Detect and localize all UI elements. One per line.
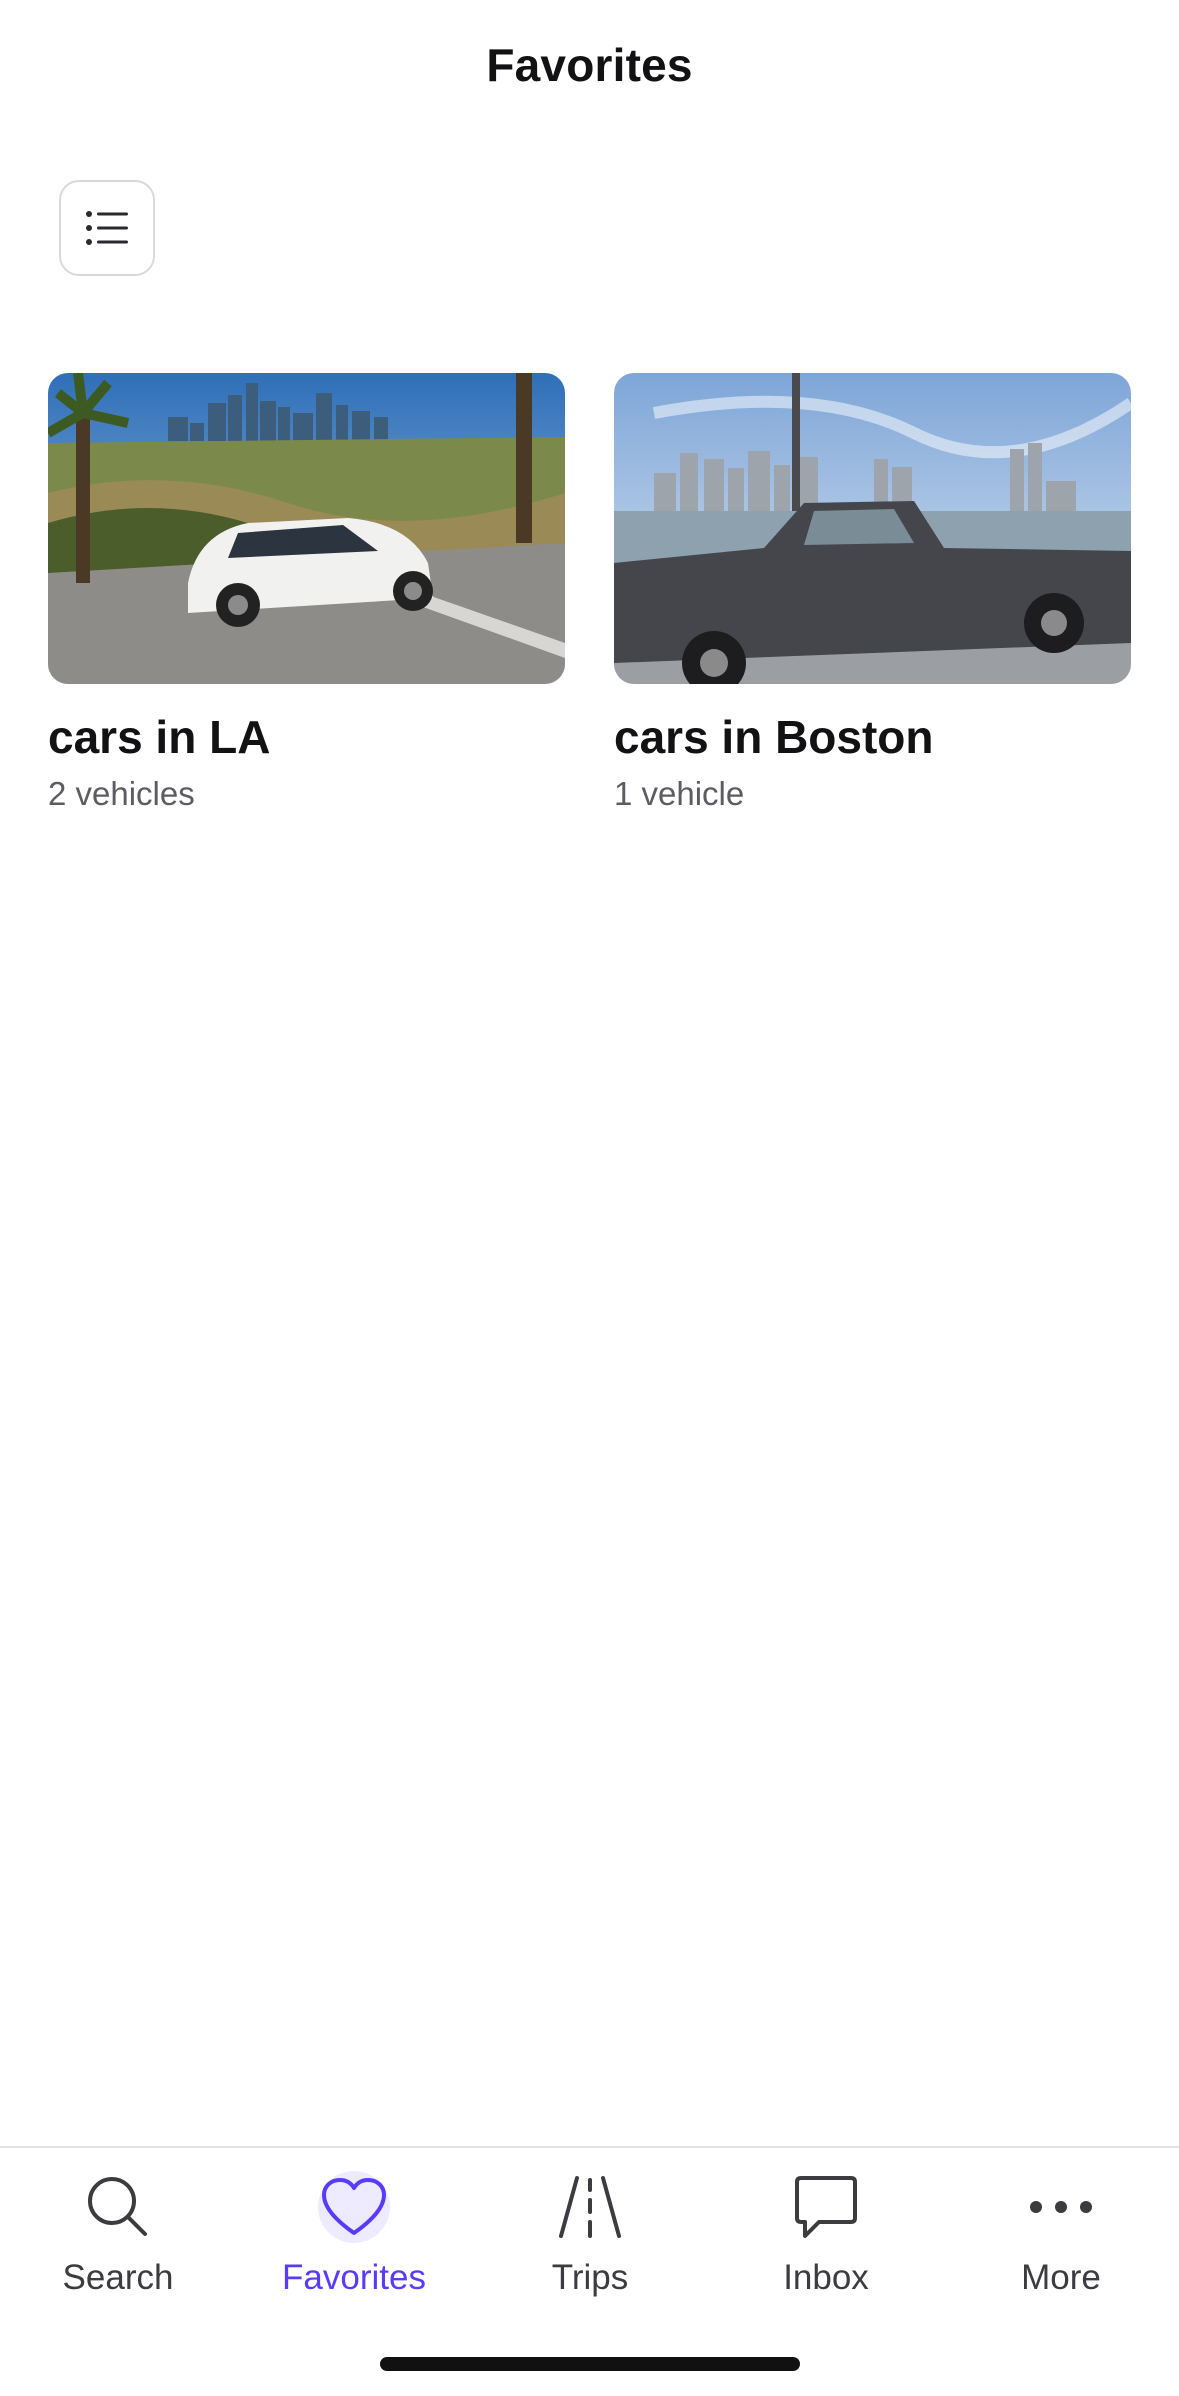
more-dots-icon xyxy=(1016,2168,1106,2246)
header: Favorites xyxy=(0,0,1179,140)
tab-more[interactable]: More xyxy=(943,2168,1179,2318)
tab-label-trips: Trips xyxy=(551,2258,629,2297)
collection-title: cars in Boston xyxy=(614,711,934,763)
collection-card-la[interactable]: cars in LA 2 vehicles xyxy=(48,373,565,814)
list-view-toggle-button[interactable] xyxy=(59,180,155,276)
collection-image-la xyxy=(48,373,565,684)
heart-icon xyxy=(309,2168,399,2246)
chat-bubble-icon xyxy=(781,2168,871,2246)
page-title: Favorites xyxy=(486,39,693,91)
road-icon xyxy=(545,2168,635,2246)
collection-title: cars in LA xyxy=(48,711,271,763)
search-icon xyxy=(73,2168,163,2246)
collections-grid: cars in LA 2 vehicles cars in Boston 1 v… xyxy=(48,373,1132,814)
collection-vehicle-count: 1 vehicle xyxy=(614,775,745,812)
tab-favorites[interactable]: Favorites xyxy=(236,2168,472,2318)
collection-vehicle-count: 2 vehicles xyxy=(48,775,195,812)
home-indicator xyxy=(380,2357,800,2371)
tab-trips[interactable]: Trips xyxy=(472,2168,708,2318)
tab-label-favorites: Favorites xyxy=(282,2258,426,2297)
tab-label-inbox: Inbox xyxy=(783,2258,869,2297)
list-view-icon xyxy=(86,211,128,245)
collection-card-boston[interactable]: cars in Boston 1 vehicle xyxy=(614,373,1131,814)
collection-image-boston xyxy=(614,373,1131,684)
tab-label-search: Search xyxy=(62,2258,174,2297)
tab-inbox[interactable]: Inbox xyxy=(708,2168,944,2318)
tab-label-more: More xyxy=(1021,2258,1101,2297)
tab-search[interactable]: Search xyxy=(0,2168,236,2318)
